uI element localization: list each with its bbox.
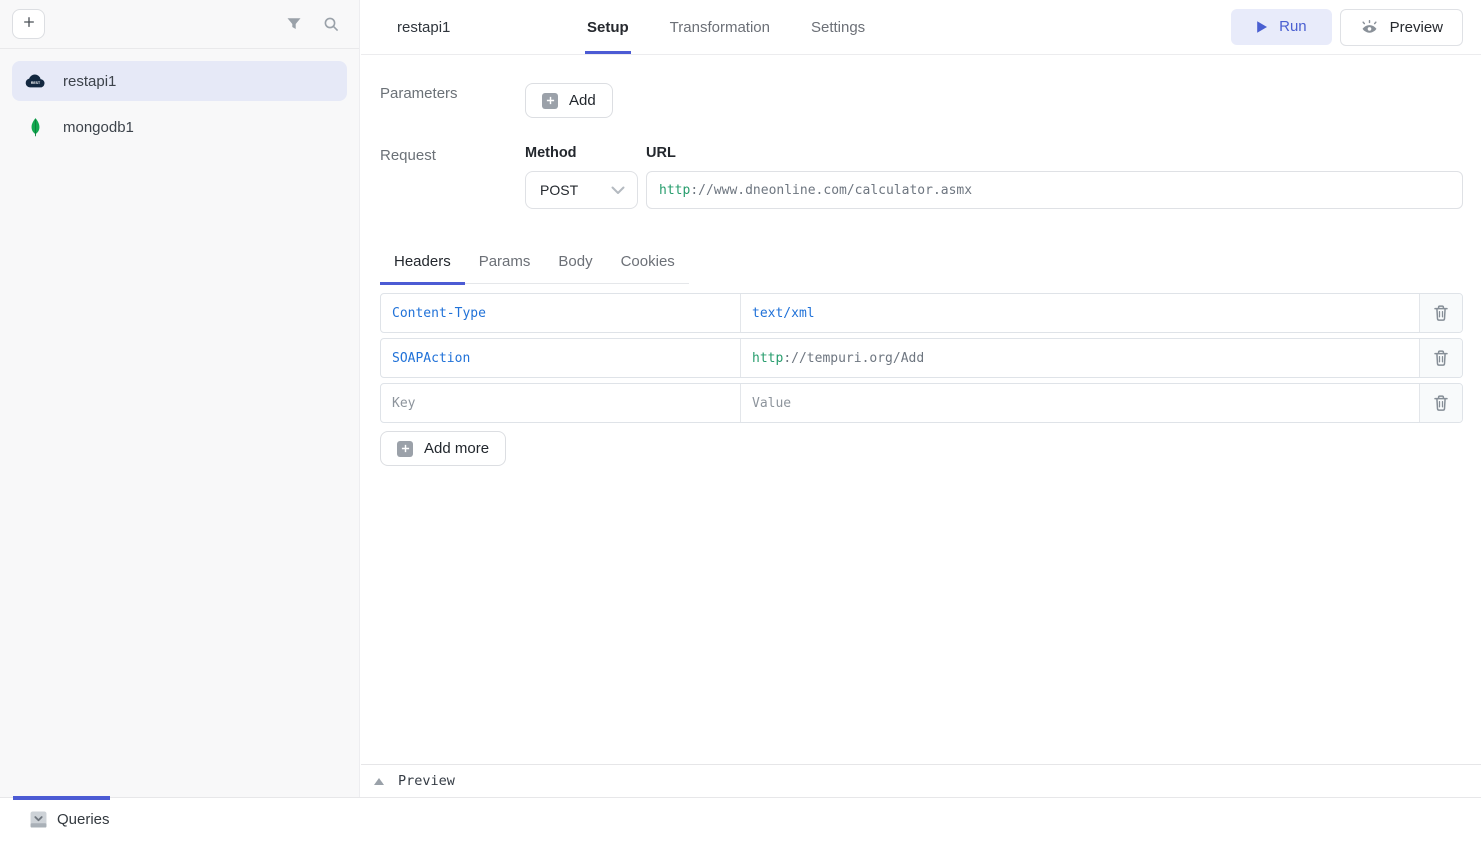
preview-button[interactable]: Preview (1340, 9, 1463, 46)
method-label: Method (525, 145, 638, 161)
bottom-bar: Queries (0, 797, 1481, 841)
add-more-label: Add more (424, 440, 489, 457)
topbar-actions: Run Preview (1231, 9, 1463, 46)
sidebar-item-restapi1[interactable]: REST restapi1 (12, 61, 347, 101)
header-row-1: Content-Type text/xml (380, 293, 1463, 333)
entity-sidebar: REST restapi1 mongodb1 (0, 0, 360, 797)
play-icon (1256, 20, 1268, 34)
header-key-field[interactable]: SOAPAction (381, 339, 741, 377)
trash-icon (1434, 395, 1448, 411)
rest-api-cloud-icon: REST (24, 73, 47, 89)
plus-square-icon (397, 441, 413, 457)
url-label: URL (646, 145, 1463, 161)
delete-row-button[interactable] (1420, 294, 1462, 332)
request-config-tabs: Headers Params Body Cookies (380, 245, 689, 284)
sidebar-item-mongodb1[interactable]: mongodb1 (12, 107, 347, 147)
run-button[interactable]: Run (1231, 9, 1332, 45)
queries-tab-label: Queries (57, 811, 110, 828)
add-parameter-label: Add (569, 92, 596, 109)
method-select[interactable]: POST (525, 171, 638, 209)
eye-icon (1360, 19, 1379, 36)
trash-icon (1434, 305, 1448, 321)
query-topbar: restapi1 Setup Transformation Settings R… (361, 0, 1481, 55)
url-column: URL http://www.dneonline.com/calculator.… (646, 145, 1463, 209)
preview-button-label: Preview (1390, 19, 1443, 36)
tab-settings[interactable]: Settings (809, 0, 867, 54)
chevron-down-icon (611, 186, 625, 195)
url-input[interactable]: http://www.dneonline.com/calculator.asmx (646, 171, 1463, 209)
header-value-input[interactable] (741, 384, 1419, 422)
add-parameter-button[interactable]: Add (525, 83, 613, 118)
sidebar-item-label: mongodb1 (63, 119, 134, 136)
request-label: Request (380, 145, 525, 164)
sidebar-item-label: restapi1 (63, 73, 116, 90)
sidebar-header (0, 0, 359, 49)
plus-icon (22, 15, 36, 34)
parameters-label: Parameters (380, 83, 525, 102)
header-row-2: SOAPAction http://tempuri.org/Add (380, 338, 1463, 378)
header-key-input[interactable] (381, 384, 740, 422)
header-value-field[interactable]: text/xml (741, 294, 1420, 332)
tab-body[interactable]: Body (544, 245, 606, 285)
setup-form: Parameters Add Request Method POST (361, 55, 1481, 466)
header-value-cell (741, 384, 1420, 422)
filter-icon[interactable] (282, 12, 306, 36)
queries-tab[interactable]: Queries (30, 798, 110, 841)
url-scheme: http (659, 183, 690, 198)
header-value-field[interactable]: http://tempuri.org/Add (741, 339, 1420, 377)
delete-row-button[interactable] (1420, 384, 1462, 422)
value-rest: ://tempuri.org/Add (783, 351, 924, 366)
method-column: Method POST (525, 145, 638, 209)
header-row-empty (380, 383, 1463, 423)
delete-row-button[interactable] (1420, 339, 1462, 377)
run-button-label: Run (1279, 18, 1307, 35)
svg-text:REST: REST (31, 81, 41, 85)
tab-headers[interactable]: Headers (380, 245, 465, 285)
request-row: Request Method POST URL http://www.dneon… (380, 145, 1463, 209)
headers-table: Content-Type text/xml SOAPAction http://… (380, 293, 1463, 423)
method-value: POST (540, 182, 578, 198)
collapse-arrow-icon (374, 778, 384, 785)
add-entity-button[interactable] (12, 9, 45, 39)
tab-transformation[interactable]: Transformation (668, 0, 772, 54)
query-title: restapi1 (397, 19, 585, 36)
preview-bar-label: Preview (398, 773, 455, 789)
header-key-cell (381, 384, 741, 422)
parameters-row: Parameters Add (380, 83, 1463, 118)
query-mode-tabs: Setup Transformation Settings (585, 0, 904, 54)
tab-params[interactable]: Params (465, 245, 545, 285)
url-rest: ://www.dneonline.com/calculator.asmx (690, 183, 972, 198)
queries-panel-icon (30, 811, 47, 828)
query-list: REST restapi1 mongodb1 (0, 49, 359, 165)
tab-cookies[interactable]: Cookies (607, 245, 689, 285)
mongodb-leaf-icon (24, 117, 47, 138)
plus-square-icon (542, 93, 558, 109)
main-panel: restapi1 Setup Transformation Settings R… (361, 0, 1481, 797)
tab-setup[interactable]: Setup (585, 0, 631, 54)
trash-icon (1434, 350, 1448, 366)
header-key-field[interactable]: Content-Type (381, 294, 741, 332)
value-scheme: http (752, 351, 783, 366)
response-preview-toggle[interactable]: Preview (361, 764, 1481, 797)
search-icon[interactable] (319, 12, 343, 36)
add-more-button[interactable]: Add more (380, 431, 506, 466)
